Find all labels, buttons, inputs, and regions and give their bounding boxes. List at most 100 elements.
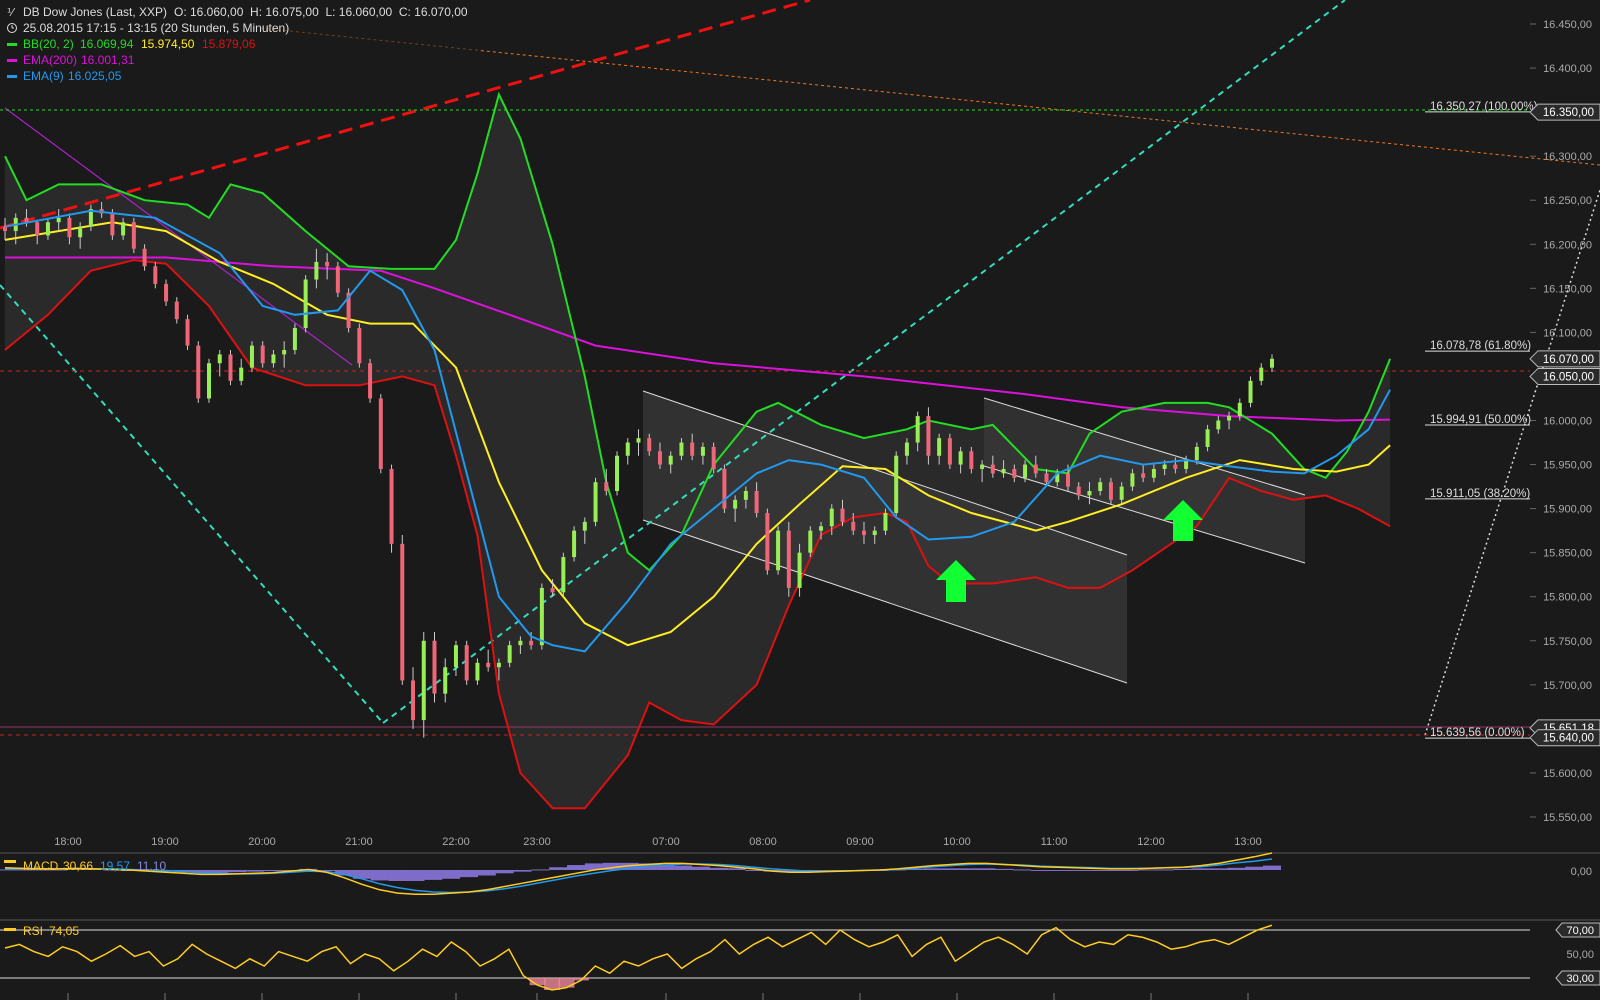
candle-body [958, 451, 963, 465]
candle-body [496, 662, 501, 668]
candle-body [915, 416, 920, 443]
y-tick-label: 15.750,00 [1543, 636, 1592, 648]
candle-body [131, 222, 136, 249]
ema9-legend-label: EMA(9) [23, 69, 64, 83]
y-tick-label: 15.600,00 [1543, 768, 1592, 780]
candle-body [453, 645, 458, 668]
candle-body [776, 530, 781, 571]
price-tag-label: 15.640,00 [1543, 733, 1594, 745]
y-tick-label: 16.100,00 [1543, 327, 1592, 339]
macd-histogram-bar [210, 870, 229, 873]
macd-histogram-bar [1138, 869, 1157, 871]
candle-body [378, 398, 383, 469]
y-tick-label: 16.200,00 [1543, 239, 1592, 251]
candle-body [1087, 490, 1092, 496]
macd-histogram-bar [459, 870, 478, 878]
candle-body [1044, 473, 1049, 483]
y-tick-label: 15.900,00 [1543, 504, 1592, 516]
candle-body [754, 490, 759, 514]
price-tag-label: 16.050,00 [1543, 371, 1594, 383]
candle-body [947, 438, 952, 465]
candle-body [861, 530, 866, 536]
candle-body [668, 455, 673, 465]
candle-body [1119, 486, 1124, 500]
x-tick-label: 20:00 [248, 836, 276, 848]
x-tick-label: 12:00 [1137, 836, 1165, 848]
ema9-legend-swatch [7, 75, 17, 78]
candle-body [1237, 402, 1242, 417]
macd-histogram-bar [549, 867, 568, 870]
macd-histogram-bar [1084, 870, 1103, 871]
candle-body [56, 217, 61, 223]
rsi-oversold-area [558, 978, 575, 988]
ema200-legend-value: 16.001,31 [81, 53, 135, 67]
x-tick-label: 22:00 [442, 836, 470, 848]
candle-body [1023, 464, 1028, 478]
candle-body [518, 640, 523, 646]
candle-body [582, 521, 587, 531]
candle-body [561, 557, 566, 593]
instrument-title: DB Dow Jones (Last, XXP) [23, 5, 167, 19]
macd-histogram-bar [567, 865, 586, 870]
macd-histogram-bar [1155, 869, 1174, 871]
macd-histogram-bar [691, 866, 710, 870]
candle-body [904, 442, 909, 456]
ohlc-values: O: 16.060,00 H: 16.075,00 L: 16.060,00 C… [174, 5, 468, 19]
y-tick-label: 15.950,00 [1543, 460, 1592, 472]
macd-histogram-bar [1031, 870, 1050, 871]
rsi-legend-swatch [4, 928, 16, 931]
candle-body [368, 363, 373, 399]
candle-body [743, 490, 748, 500]
candle-body [980, 464, 985, 469]
x-tick-label: 21:00 [345, 836, 373, 848]
candle-body [1248, 380, 1253, 403]
x-tick-label: 11:00 [1041, 836, 1068, 848]
x-tick-label: 23:00 [523, 836, 551, 848]
candle-body [411, 680, 416, 721]
macd-histogram-bar [227, 870, 246, 873]
rsi-level-label: 30,00 [1566, 973, 1594, 985]
macd-histogram-bar [442, 870, 461, 879]
candle-body [851, 521, 856, 531]
candle-body [400, 543, 405, 681]
candle-body [690, 442, 695, 456]
price-tag-label: 16.070,00 [1543, 354, 1594, 366]
macd-histogram-bar [923, 868, 942, 870]
candle-body [615, 455, 620, 491]
chart-header: ⅟ DB Dow Jones (Last, XXP) O: 16.060,00 … [0, 0, 480, 88]
candle-body [1227, 416, 1232, 421]
ema200-legend-label: EMA(200) [23, 53, 77, 67]
candle-body [475, 662, 480, 681]
candle-body [1184, 460, 1189, 469]
candle-body [260, 345, 265, 364]
candle-body [121, 222, 126, 236]
bb-upper-value: 16.069,94 [80, 37, 134, 51]
y-tick-label: 16.150,00 [1543, 283, 1592, 295]
macd-histogram-bar [477, 870, 496, 876]
macd-hist-value: 11,10 [137, 859, 166, 873]
x-tick-label: 18:00 [54, 836, 82, 848]
macd-histogram-bar [674, 865, 693, 870]
candle-body [164, 283, 169, 302]
x-tick-label: 13:00 [1234, 836, 1262, 848]
macd-histogram-bar [1173, 868, 1192, 870]
macd-histogram-bar [995, 868, 1014, 870]
macd-histogram-bar [1120, 870, 1139, 871]
candle-body [507, 645, 512, 663]
candle-body [733, 499, 738, 509]
y-tick-label: 16.450,00 [1543, 19, 1592, 31]
macd-histogram-bar [513, 870, 532, 872]
candle-body [1205, 429, 1210, 447]
stock-chart: 16.450,0016.400,0016.350,0016.300,0016.2… [0, 0, 1600, 1000]
candle-body [990, 464, 995, 474]
candle-body [249, 345, 254, 368]
candle-body [110, 213, 115, 236]
candle-body [969, 451, 974, 469]
candle-body [303, 279, 308, 328]
candle-body [711, 446, 716, 469]
x-tick-label: 10:00 [943, 836, 971, 848]
y-tick-label: 15.800,00 [1543, 592, 1592, 604]
candle-body [647, 438, 652, 452]
macd-histogram-bar [531, 869, 550, 871]
x-tick-label: 07:00 [652, 836, 680, 848]
